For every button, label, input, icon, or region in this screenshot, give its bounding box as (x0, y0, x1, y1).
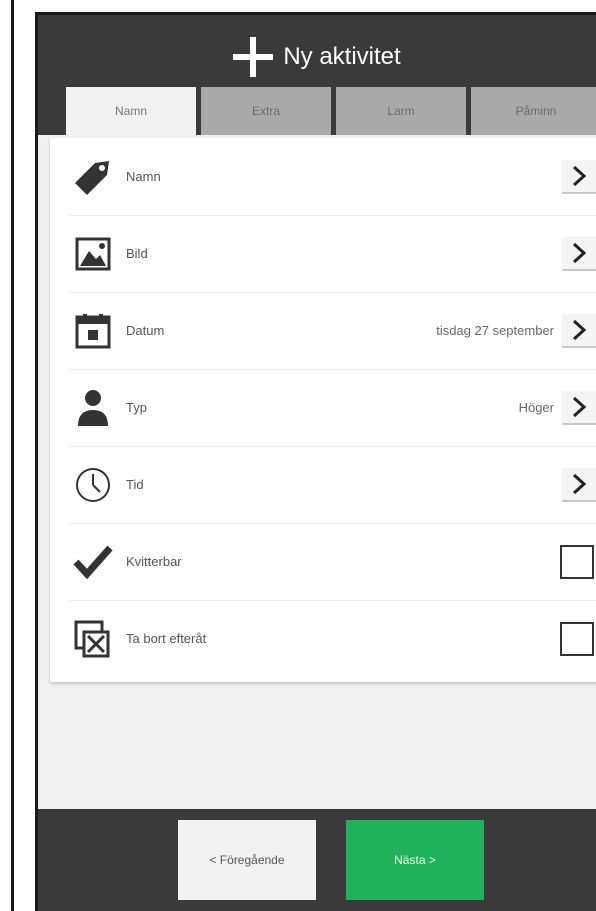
chevron-right-icon[interactable] (562, 313, 596, 348)
row-typ[interactable]: Typ Höger (68, 369, 596, 447)
chevron-right-icon[interactable] (562, 390, 596, 425)
row-ta-bort-efterat[interactable]: Ta bort efteråt (68, 600, 596, 677)
type-value: Höger (518, 400, 554, 415)
next-button[interactable]: Nästa > (346, 820, 484, 900)
kvitterbar-checkbox[interactable] (560, 544, 594, 579)
header-bar: Ny aktivitet Namn Extra Larm Påminn (38, 15, 596, 135)
row-label-namn: Namn (126, 169, 161, 184)
row-namn[interactable]: Namn (68, 138, 596, 216)
left-border-line (11, 0, 14, 911)
chevron-right-icon[interactable] (562, 236, 596, 271)
ta-bort-efterat-checkbox[interactable] (560, 621, 594, 656)
footer-bar: < Föregående Nästa > (38, 809, 596, 911)
tab-namn[interactable]: Namn (66, 87, 196, 135)
page-title: Ny aktivitet (38, 37, 596, 77)
chevron-right-icon[interactable] (562, 467, 596, 502)
checkmark-icon (68, 540, 118, 584)
row-bild[interactable]: Bild (68, 215, 596, 293)
person-icon (68, 386, 118, 430)
clock-icon (68, 463, 118, 507)
previous-button[interactable]: < Föregående (178, 820, 316, 900)
tab-bar: Namn Extra Larm Påminn (66, 87, 596, 135)
chevron-right-icon[interactable] (562, 159, 596, 194)
delete-after-icon (68, 617, 118, 661)
date-value: tisdag 27 september (436, 323, 554, 338)
row-tid[interactable]: Tid (68, 446, 596, 524)
row-label-bild: Bild (126, 246, 148, 261)
row-label-typ: Typ (126, 400, 147, 415)
calendar-icon (68, 309, 118, 353)
tab-extra[interactable]: Extra (201, 87, 331, 135)
image-icon (68, 232, 118, 276)
page-title-text: Ny aktivitet (283, 43, 401, 70)
row-label-kvitterbar: Kvitterbar (126, 554, 182, 569)
tab-paminn[interactable]: Påminn (471, 87, 596, 135)
row-label-datum: Datum (126, 323, 165, 338)
tab-larm[interactable]: Larm (336, 87, 466, 135)
tag-icon (68, 155, 118, 199)
app-window: Ny aktivitet Namn Extra Larm Påminn Namn (35, 12, 596, 911)
row-kvitterbar[interactable]: Kvitterbar (68, 523, 596, 601)
settings-card: Namn Bild Datum tisdag 27 september Typ … (50, 138, 596, 682)
row-label-ta-bort-efterat: Ta bort efteråt (126, 631, 207, 646)
plus-icon (233, 37, 274, 77)
row-label-tid: Tid (126, 477, 144, 492)
row-datum[interactable]: Datum tisdag 27 september (68, 292, 596, 370)
